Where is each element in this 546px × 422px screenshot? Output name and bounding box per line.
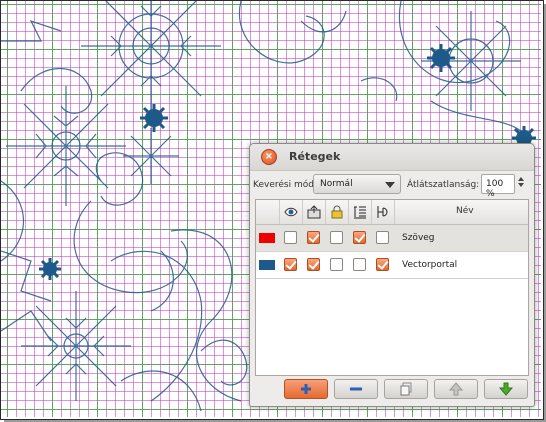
- minus-icon: [350, 387, 362, 391]
- layer-visible-checkbox[interactable]: [284, 258, 297, 271]
- layer-name[interactable]: Vectorportal: [402, 260, 457, 270]
- layer-editable-checkbox[interactable]: [307, 231, 320, 244]
- opacity-spin-arrows[interactable]: [516, 175, 526, 193]
- color-column-header: [256, 200, 280, 224]
- duplicate-layer-button[interactable]: [384, 379, 428, 399]
- spin-up-icon[interactable]: [518, 177, 524, 181]
- layer-color-swatch[interactable]: [259, 260, 275, 270]
- text-outline-icon: [354, 206, 366, 219]
- remove-layer-button[interactable]: [334, 379, 378, 399]
- locked-column-header[interactable]: [326, 200, 349, 224]
- opacity-value: 100 %: [486, 179, 504, 199]
- layers-dialog: × Rétegek Keverési mód: Normál Átlátszat…: [249, 143, 535, 407]
- padlock-icon: [331, 205, 343, 219]
- snowflake-filled-2: [39, 258, 61, 280]
- eye-icon: [284, 207, 298, 217]
- layers-table-header: Név: [256, 200, 528, 225]
- snowflake-large-topleft: [81, 1, 221, 116]
- move-up-button[interactable]: [434, 379, 478, 399]
- opacity-spinbox[interactable]: 100 %: [481, 174, 515, 199]
- layer-visible-checkbox[interactable]: [284, 231, 297, 244]
- name-column-header[interactable]: Név: [456, 206, 474, 216]
- layer-row-vectorportal[interactable]: Vectorportal: [256, 252, 528, 278]
- layer-row-szoveg[interactable]: Szöveg: [256, 225, 528, 251]
- snowflake-filled-3: [427, 44, 455, 72]
- spin-down-icon[interactable]: [518, 183, 524, 187]
- close-button[interactable]: ×: [261, 149, 277, 165]
- layer-outline-checkbox[interactable]: [353, 231, 366, 244]
- dialog-title: Rétegek: [289, 150, 341, 163]
- opacity-label: Átlátszatlanság:: [407, 180, 480, 190]
- arrow-down-icon: [498, 382, 514, 396]
- layer-outline-checkbox[interactable]: [353, 258, 366, 271]
- move-down-button[interactable]: [484, 379, 528, 399]
- snowflake-bottomleft: [21, 291, 131, 401]
- layer-color-swatch[interactable]: [259, 233, 275, 243]
- lock-edit-icon: [307, 205, 321, 219]
- arrow-up-icon: [448, 382, 464, 396]
- layer-locked-checkbox[interactable]: [330, 258, 343, 271]
- row-divider: [256, 278, 528, 279]
- editable-column-header[interactable]: [303, 200, 326, 224]
- snowflake-filled-1: [140, 104, 168, 132]
- blend-mode-select[interactable]: Normál: [313, 174, 401, 194]
- blend-mode-value: Normál: [320, 179, 353, 189]
- chevron-down-icon: [385, 182, 395, 188]
- layer-merge-checkbox[interactable]: [376, 258, 389, 271]
- snowflake-midleft: [6, 86, 126, 206]
- layer-name[interactable]: Szöveg: [402, 233, 435, 243]
- close-icon: ×: [264, 151, 274, 162]
- layers-table: Név Szöveg Vectorportal: [255, 199, 529, 376]
- merge-icon: [377, 206, 388, 218]
- plus-icon: [301, 384, 311, 394]
- blend-opacity-row: Keverési mód: Normál Átlátszatlanság: 10…: [250, 171, 534, 199]
- visible-column-header[interactable]: [280, 200, 303, 224]
- outline-column-header[interactable]: [349, 200, 372, 224]
- layer-merge-checkbox[interactable]: [376, 231, 389, 244]
- layer-locked-checkbox[interactable]: [330, 231, 343, 244]
- blend-mode-label: Keverési mód:: [253, 180, 317, 190]
- add-layer-button[interactable]: [284, 379, 328, 399]
- duplicate-icon: [400, 382, 412, 396]
- layer-button-bar: [250, 376, 534, 406]
- dialog-titlebar[interactable]: × Rétegek: [250, 144, 534, 171]
- layer-editable-checkbox[interactable]: [307, 258, 320, 271]
- merge-column-header[interactable]: [372, 200, 395, 224]
